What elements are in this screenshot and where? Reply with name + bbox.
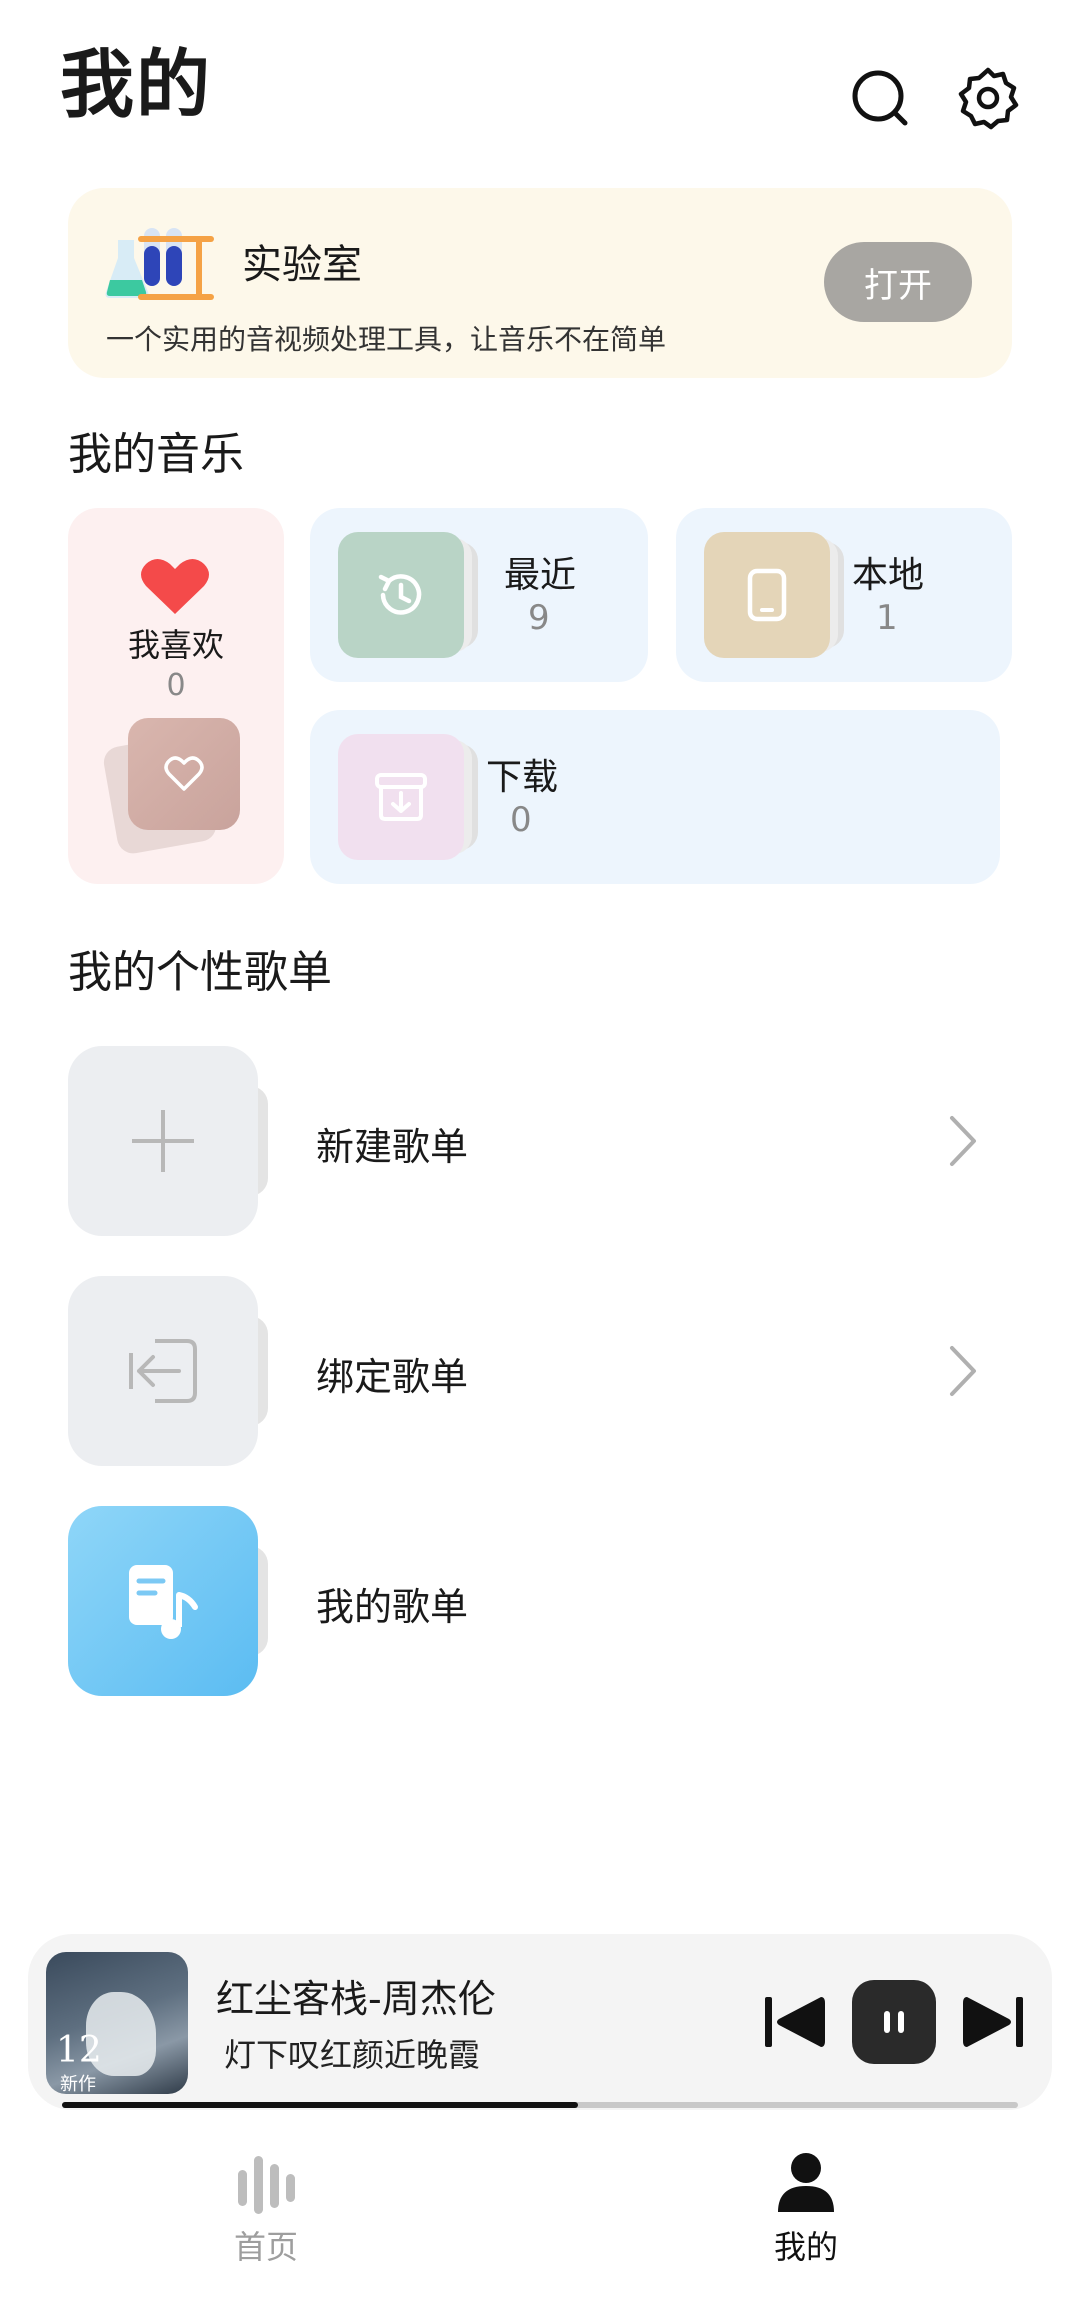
header: 我的 xyxy=(60,30,1020,150)
playback-progress-fill xyxy=(62,2102,579,2108)
lab-open-button[interactable]: 打开 xyxy=(824,242,972,322)
favorites-cover xyxy=(128,718,240,830)
song-title: 红尘客栈-周杰伦 xyxy=(216,1977,496,2021)
local-label: 本地 xyxy=(852,555,925,596)
page-title: 我的 xyxy=(60,42,212,128)
my-playlist-label: 我的歌单 xyxy=(316,1585,469,1629)
lab-description: 一个实用的音视频处理工具，让音乐不在简单 xyxy=(106,323,667,356)
pause-icon[interactable] xyxy=(852,1980,936,2064)
local-cover-stack xyxy=(704,532,844,658)
favorites-count: 0 xyxy=(166,668,186,703)
local-tile[interactable]: 本地 1 xyxy=(676,508,1012,682)
person-icon xyxy=(778,2153,834,2212)
lab-card[interactable]: 实验室 一个实用的音视频处理工具，让音乐不在简单 打开 xyxy=(68,188,1012,378)
gear-icon[interactable] xyxy=(956,66,1020,130)
mini-player[interactable]: 12 新作 红尘客栈-周杰伦 灯下叹红颜近晚霞 xyxy=(28,1934,1052,2110)
phone-icon xyxy=(704,532,830,658)
new-playlist-row[interactable]: 新建歌单 xyxy=(68,1046,1012,1236)
bind-playlist-label: 绑定歌单 xyxy=(316,1355,469,1399)
chevron-right-icon xyxy=(942,1114,982,1168)
favorites-label: 我喜欢 xyxy=(127,626,224,664)
heart-icon xyxy=(140,556,210,616)
my-music-title: 我的音乐 xyxy=(68,429,244,480)
next-icon[interactable] xyxy=(958,1980,1028,2064)
recent-count: 9 xyxy=(528,598,550,638)
search-icon[interactable] xyxy=(848,66,912,130)
previous-icon[interactable] xyxy=(760,1980,830,2064)
chevron-right-icon xyxy=(942,1344,982,1398)
favorites-tile[interactable]: 我喜欢 0 xyxy=(68,508,284,884)
playback-progress[interactable] xyxy=(62,2102,1018,2108)
equalizer-icon xyxy=(238,2156,295,2214)
nav-home[interactable]: 首页 xyxy=(166,2150,366,2270)
cover-number: 12 xyxy=(56,2030,102,2071)
heart-outline-icon xyxy=(164,756,204,791)
nav-mine-label: 我的 xyxy=(773,2228,838,2266)
bind-playlist-row[interactable]: 绑定歌单 xyxy=(68,1276,1012,1466)
recent-label: 最近 xyxy=(504,555,577,596)
nav-home-label: 首页 xyxy=(233,2228,298,2266)
lab-flask-icon xyxy=(104,222,214,302)
album-cover[interactable]: 12 新作 xyxy=(46,1952,188,2094)
local-count: 1 xyxy=(876,598,898,638)
import-icon xyxy=(68,1276,258,1466)
new-playlist-label: 新建歌单 xyxy=(316,1125,469,1169)
my-page: 我的 实验室 一个实用的音视频处理工具，让音乐不在简单 打开 我的音乐 我喜欢 … xyxy=(0,0,1080,2299)
recent-cover-stack xyxy=(338,532,478,658)
my-playlist-row[interactable]: 我的歌单 xyxy=(68,1506,1012,1696)
playlists-title: 我的个性歌单 xyxy=(68,947,332,998)
nav-mine[interactable]: 我的 xyxy=(706,2150,906,2270)
cover-subtitle: 新作 xyxy=(60,2074,96,2094)
downloads-cover-stack xyxy=(338,734,478,860)
lab-title: 实验室 xyxy=(242,242,362,288)
music-note-icon xyxy=(68,1506,258,1696)
song-lyric: 灯下叹红颜近晚霞 xyxy=(224,2036,481,2074)
downloads-label: 下载 xyxy=(486,757,559,798)
header-actions xyxy=(848,66,1020,130)
plus-icon xyxy=(68,1046,258,1236)
downloads-tile[interactable]: 下载 0 xyxy=(310,710,1000,884)
clock-icon xyxy=(338,532,464,658)
recent-tile[interactable]: 最近 9 xyxy=(310,508,648,682)
downloads-count: 0 xyxy=(510,800,532,840)
download-box-icon xyxy=(338,734,464,860)
